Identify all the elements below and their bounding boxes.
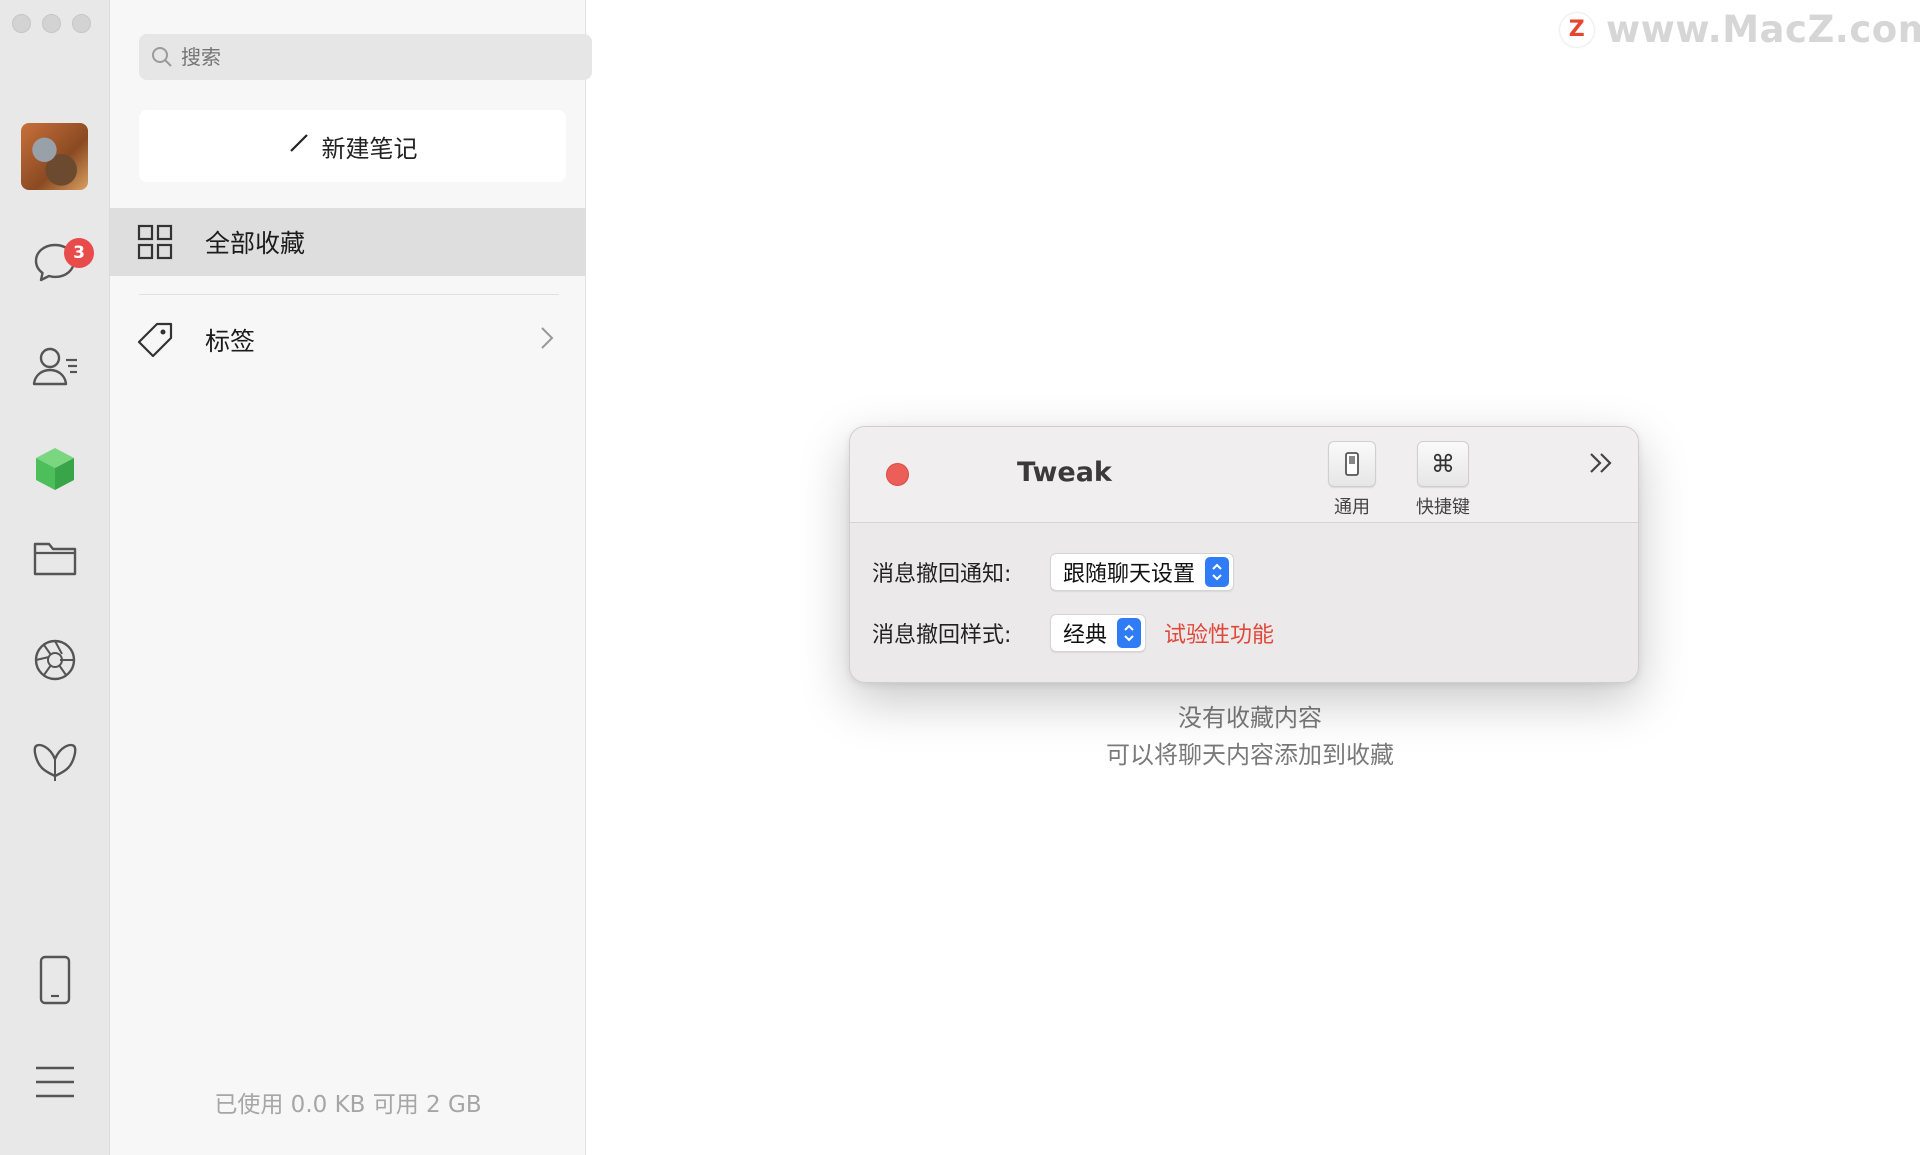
icon-rail: 3	[0, 0, 110, 1155]
tab-general-label: 通用	[1334, 497, 1370, 518]
tweak-dialog: Tweak 通用 ⌘ 快捷键 消息撤回通知: 跟随聊天设置 消息撤回样式: 经典…	[849, 426, 1639, 683]
empty-title: 没有收藏内容	[1178, 704, 1322, 732]
tab-general[interactable]: 通用	[1328, 441, 1376, 519]
recall-style-select[interactable]: 经典	[1050, 614, 1147, 652]
switch-icon	[1328, 441, 1376, 487]
tab-shortcuts-label: 快捷键	[1416, 497, 1470, 518]
dialog-close-button[interactable]	[886, 463, 909, 486]
zoom-window-button[interactable]	[72, 14, 91, 33]
updown-stepper-icon	[1205, 557, 1230, 587]
recall-style-label: 消息撤回样式:	[872, 623, 1012, 648]
double-chevron-right-icon[interactable]	[1588, 451, 1614, 479]
new-note-button[interactable]: 新建笔记	[139, 110, 566, 182]
mini-program-icon[interactable]	[25, 733, 85, 793]
nav-tags-label: 标签	[205, 327, 256, 356]
watermark: Z www.MacZ.com	[1560, 8, 1920, 51]
unread-badge: 3	[64, 238, 94, 268]
storage-usage: 已使用 0.0 KB 可用 2 GB	[214, 1092, 482, 1118]
favorites-panel: 新建笔记 全部收藏 标签 已使用 0.0 KB 可用 2 GB	[110, 0, 592, 1155]
close-window-button[interactable]	[12, 14, 31, 33]
recall-notify-select[interactable]: 跟随聊天设置	[1050, 553, 1235, 591]
tab-shortcuts[interactable]: ⌘ 快捷键	[1416, 441, 1470, 519]
watermark-logo: Z	[1560, 12, 1594, 47]
avatar[interactable]	[21, 123, 88, 190]
updown-stepper-icon	[1117, 618, 1142, 648]
folder-icon[interactable]	[25, 528, 85, 588]
empty-subtitle: 可以将聊天内容添加到收藏	[1106, 741, 1394, 769]
recall-notify-label: 消息撤回通知:	[872, 562, 1012, 587]
recall-notify-row: 消息撤回通知: 跟随聊天设置	[872, 553, 1235, 591]
window-controls	[12, 14, 91, 33]
chevron-right-icon	[540, 326, 554, 356]
tag-icon	[125, 322, 185, 358]
nav-all-favorites-label: 全部收藏	[205, 229, 306, 258]
command-key-icon: ⌘	[1417, 441, 1469, 487]
phone-icon[interactable]	[25, 950, 85, 1010]
search-bar[interactable]	[139, 34, 592, 80]
search-input[interactable]	[179, 34, 559, 80]
dialog-title: Tweak	[1017, 457, 1112, 488]
moments-icon[interactable]	[25, 630, 85, 690]
favorites-cube-icon[interactable]	[25, 439, 85, 499]
empty-state: 没有收藏内容 可以将聊天内容添加到收藏	[1000, 700, 1500, 774]
recall-style-value: 经典	[1063, 623, 1108, 648]
recall-style-row: 消息撤回样式: 经典 试验性功能	[872, 614, 1274, 652]
minimize-window-button[interactable]	[42, 14, 61, 33]
nav-tags[interactable]: 标签	[110, 306, 586, 374]
command-key-symbol: ⌘	[1431, 450, 1455, 478]
menu-icon[interactable]	[25, 1052, 85, 1112]
search-icon	[151, 46, 173, 72]
grid-icon	[125, 224, 185, 260]
divider	[139, 294, 559, 295]
nav-all-favorites[interactable]: 全部收藏	[110, 208, 586, 276]
watermark-text: www.MacZ.com	[1606, 8, 1920, 51]
dialog-toolbar: Tweak 通用 ⌘ 快捷键	[850, 427, 1638, 523]
experimental-note: 试验性功能	[1164, 623, 1275, 648]
contacts-icon[interactable]	[25, 336, 85, 396]
recall-notify-value: 跟随聊天设置	[1063, 562, 1196, 587]
pencil-icon	[288, 132, 310, 160]
new-note-label: 新建笔记	[321, 134, 418, 163]
